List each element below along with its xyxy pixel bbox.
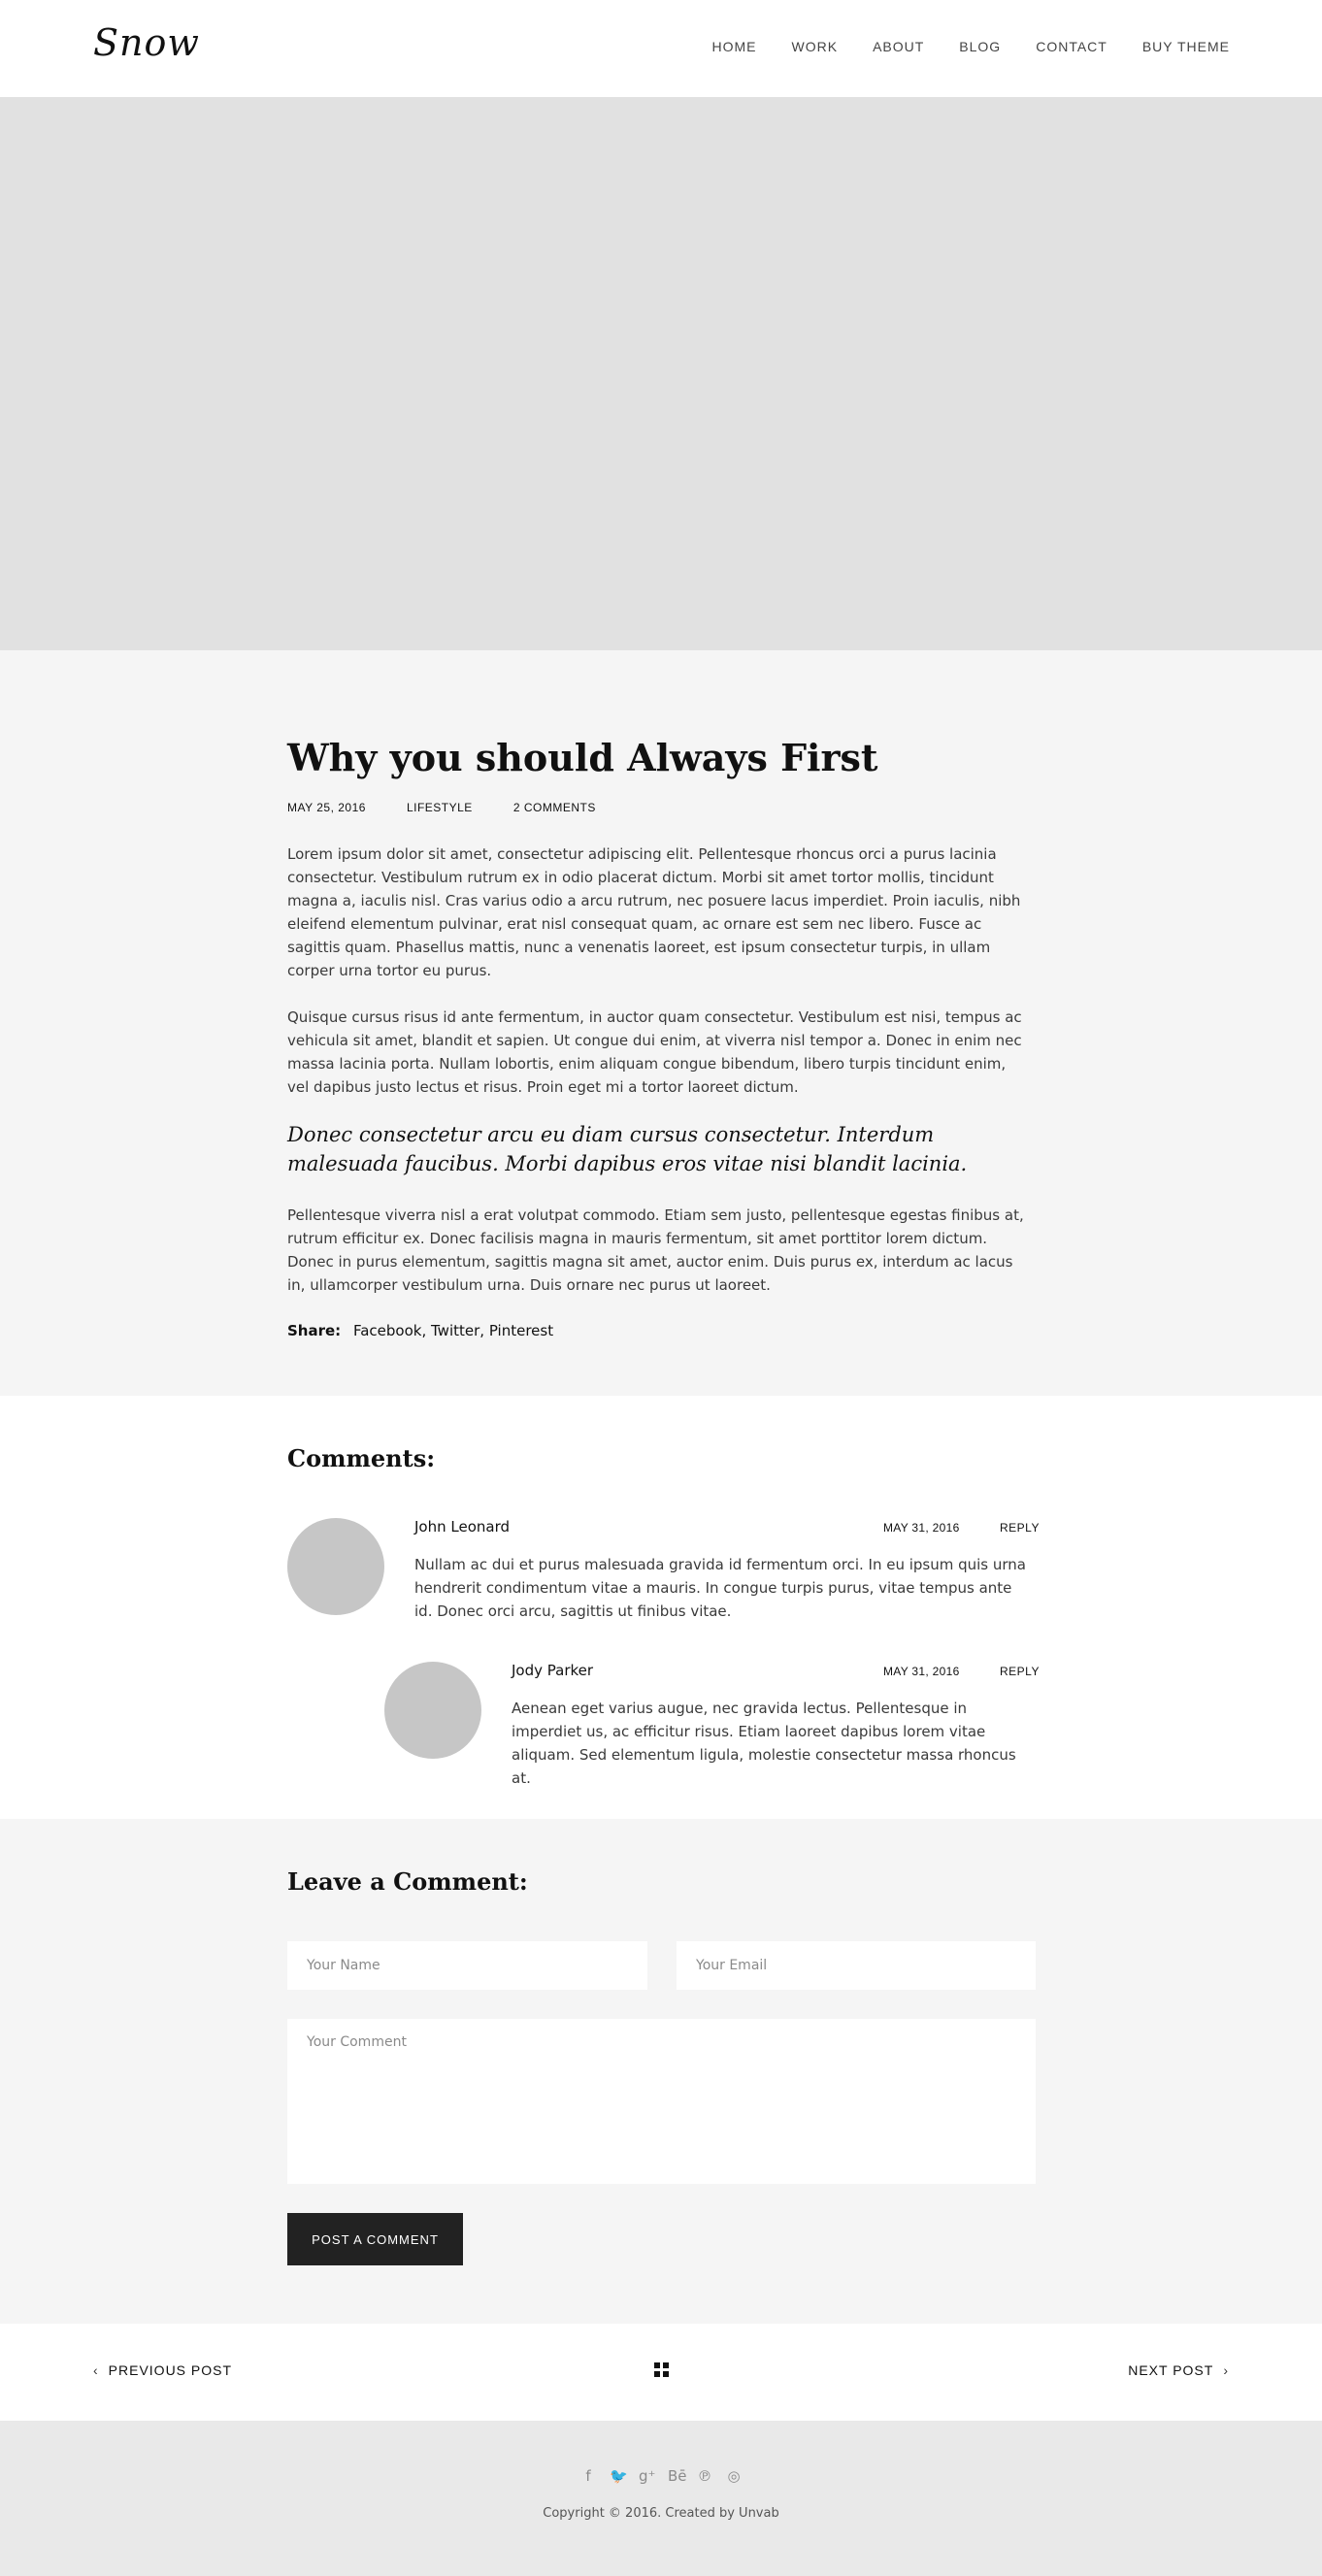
chevron-left-icon: ‹ <box>93 2362 99 2378</box>
post-meta: MAY 25, 2016 LIFESTYLE 2 COMMENTS <box>287 801 596 814</box>
comment-author: Jody Parker <box>512 1662 594 1679</box>
comment-author: John Leonard <box>414 1518 511 1536</box>
comment-date: MAY 31, 2016 <box>883 1665 960 1678</box>
reply-button[interactable]: REPLY <box>1000 1665 1040 1678</box>
chevron-right-icon: › <box>1223 2362 1229 2378</box>
twitter-icon[interactable]: 🐦 <box>610 2467 628 2485</box>
google-plus-icon[interactable]: g⁺ <box>639 2467 655 2485</box>
comments-title: Comments: <box>287 1444 436 1472</box>
comments-section: Comments: John Leonard MAY 31, 2016 REPL… <box>0 1396 1322 1819</box>
hero-image-placeholder <box>0 97 1322 650</box>
main-nav: HOME WORK ABOUT BLOG CONTACT BUY THEME <box>712 39 1231 54</box>
avatar <box>287 1518 384 1615</box>
share-facebook-link[interactable]: Facebook <box>353 1322 421 1339</box>
nav-blog[interactable]: BLOG <box>959 39 1001 54</box>
pinterest-icon[interactable]: ℗ <box>697 2467 712 2485</box>
social-links: f 🐦 g⁺ Bē ℗ ◎ <box>0 2467 1322 2485</box>
site-header: Snow HOME WORK ABOUT BLOG CONTACT BUY TH… <box>0 0 1322 97</box>
post-paragraph-2: Quisque cursus risus id ante fermentum, … <box>287 1008 1022 1096</box>
nav-work[interactable]: WORK <box>792 39 839 54</box>
share-row: Share: Facebook, Twitter, Pinterest <box>287 1322 554 1339</box>
avatar <box>384 1662 481 1759</box>
post-quote: Donec consectetur arcu eu diam cursus co… <box>287 1123 968 1175</box>
comment-text: Nullam ac dui et purus malesuada gravida… <box>414 1556 1026 1620</box>
site-logo[interactable]: Snow <box>93 21 200 64</box>
nav-buy-theme[interactable]: BUY THEME <box>1142 39 1230 54</box>
comment-item: John Leonard MAY 31, 2016 REPLY Nullam a… <box>287 1518 1039 1635</box>
leave-comment-section: Leave a Comment: POST A COMMENT <box>0 1819 1322 2324</box>
share-twitter-link[interactable]: Twitter <box>431 1322 479 1339</box>
nav-home[interactable]: HOME <box>712 39 757 54</box>
behance-icon[interactable]: Bē <box>668 2467 687 2485</box>
post-section: Why you should Always First MAY 25, 2016… <box>0 650 1322 1396</box>
nav-about[interactable]: ABOUT <box>873 39 924 54</box>
post-comment-button[interactable]: POST A COMMENT <box>287 2213 463 2265</box>
leave-comment-title: Leave a Comment: <box>287 1867 528 1896</box>
post-date: MAY 25, 2016 <box>287 801 366 814</box>
comment-textarea[interactable] <box>287 2019 1036 2184</box>
email-field[interactable] <box>677 1941 1036 1990</box>
post-title: Why you should Always First <box>287 736 878 779</box>
post-paragraph-3: Pellentesque viverra nisl a erat volutpa… <box>287 1206 1024 1294</box>
next-post-link[interactable]: NEXT POST › <box>1128 2362 1229 2378</box>
comment-text: Aenean eget varius augue, nec gravida le… <box>512 1700 1016 1787</box>
comment-item: Jody Parker MAY 31, 2016 REPLY Aenean eg… <box>384 1662 1040 1787</box>
grid-icon[interactable] <box>654 2362 670 2378</box>
next-post-label: NEXT POST <box>1128 2362 1214 2378</box>
post-category[interactable]: LIFESTYLE <box>407 801 473 814</box>
copyright-text: Copyright © 2016. Created by Unvab <box>543 2506 779 2521</box>
post-paragraph-1: Lorem ipsum dolor sit amet, consectetur … <box>287 845 1021 979</box>
share-pinterest-link[interactable]: Pinterest <box>489 1322 553 1339</box>
post-navigation: ‹ PREVIOUS POST NEXT POST › <box>0 2324 1322 2421</box>
share-label: Share: <box>287 1322 342 1339</box>
reply-button[interactable]: REPLY <box>1000 1521 1040 1535</box>
comment-date: MAY 31, 2016 <box>883 1521 960 1535</box>
nav-contact[interactable]: CONTACT <box>1036 39 1107 54</box>
facebook-icon[interactable]: f <box>580 2467 596 2485</box>
name-field[interactable] <box>287 1941 647 1990</box>
previous-post-link[interactable]: ‹ PREVIOUS POST <box>93 2362 232 2378</box>
instagram-icon[interactable]: ◎ <box>726 2467 742 2485</box>
previous-post-label: PREVIOUS POST <box>108 2362 233 2378</box>
post-comments-count[interactable]: 2 COMMENTS <box>513 801 596 814</box>
site-footer: f 🐦 g⁺ Bē ℗ ◎ Copyright © 2016. Created … <box>0 2421 1322 2576</box>
